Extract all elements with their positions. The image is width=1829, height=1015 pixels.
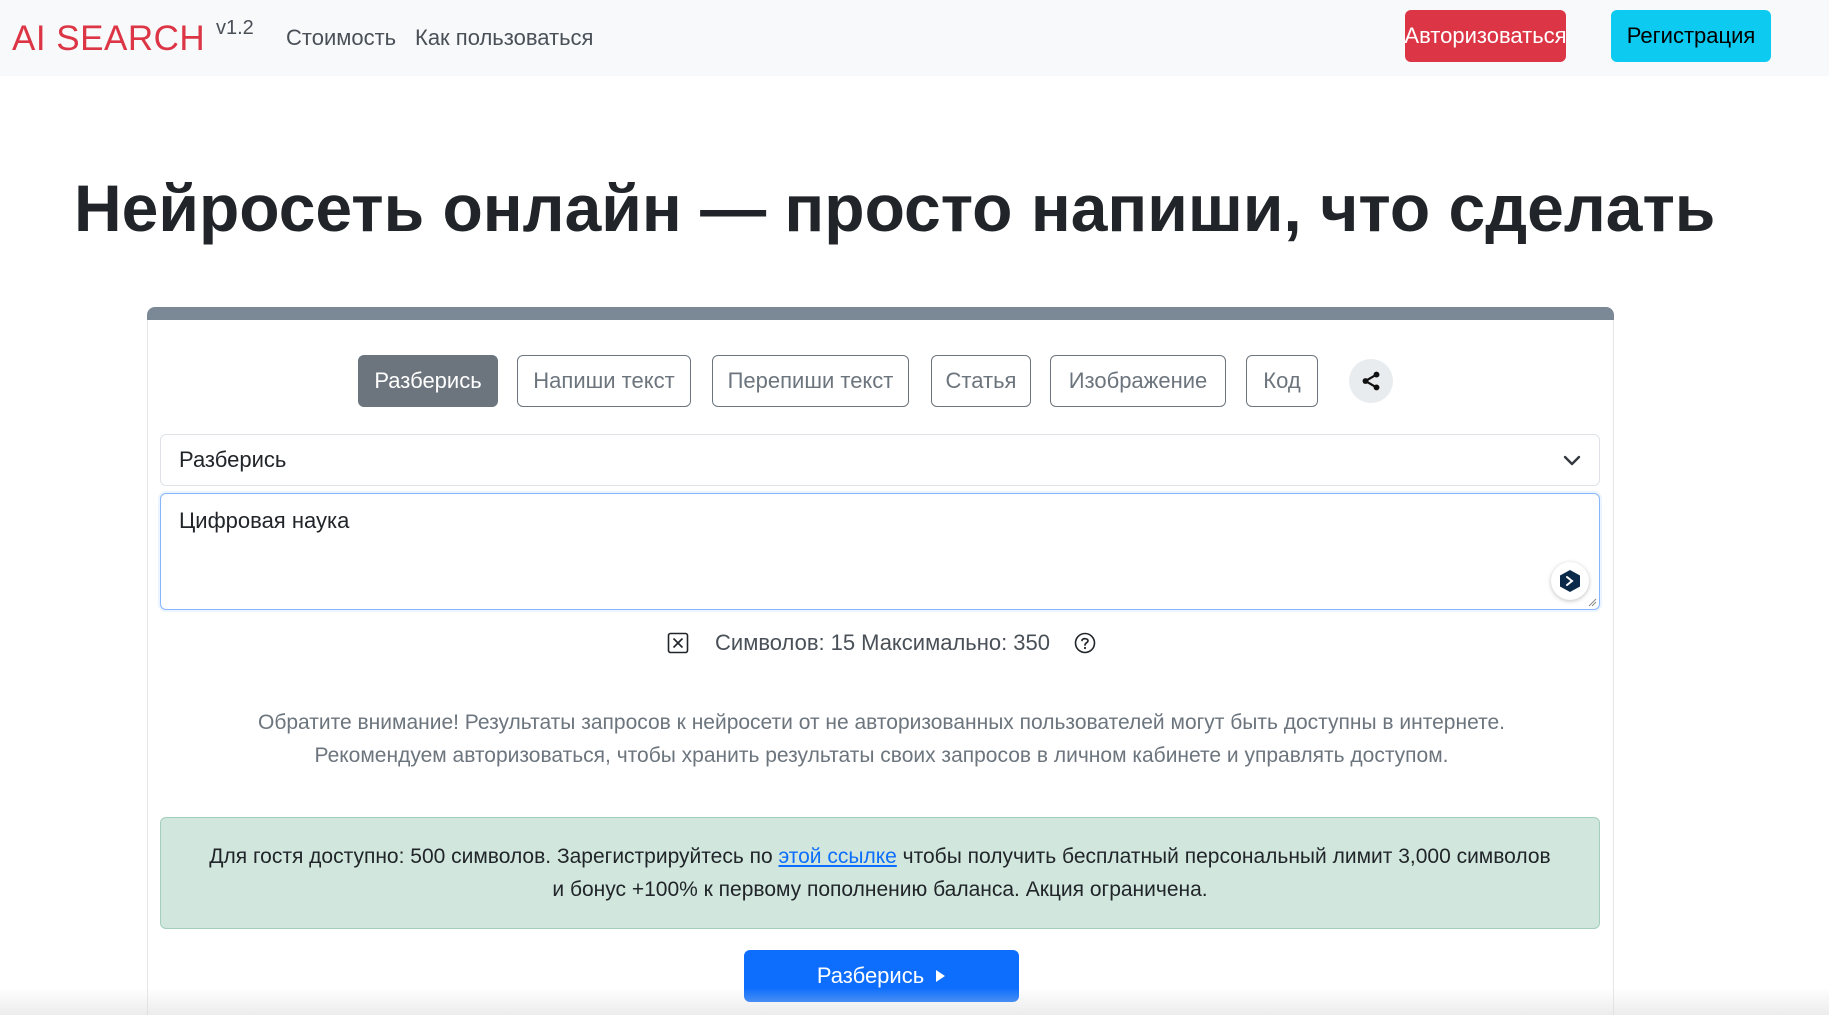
alert-line-2: и бонус +100% к первому пополнению балан… (552, 878, 1208, 901)
notice-line-1: Обратите внимание! Результаты запросов к… (258, 711, 1505, 734)
register-button[interactable]: Регистрация (1611, 10, 1771, 62)
tab-razberis[interactable]: Разберись (358, 355, 498, 407)
caret-right-icon (936, 970, 946, 982)
request-card: Разберись Напиши текст Перепиши текст Ст… (147, 307, 1614, 1015)
nav-link-how-to-use[interactable]: Как пользоваться (415, 25, 593, 51)
max-count: 350 (1013, 630, 1050, 655)
tab-rewrite-text[interactable]: Перепиши текст (712, 355, 909, 407)
assistant-widget-icon[interactable] (1551, 562, 1589, 600)
brand-logo[interactable]: AI SEARCH (12, 19, 205, 59)
tab-article[interactable]: Статья (931, 355, 1031, 407)
notice-line-2: Рекомендуем авторизоваться, чтобы хранит… (314, 744, 1449, 767)
max-label: Максимально: (861, 630, 1008, 655)
tab-image[interactable]: Изображение (1050, 355, 1226, 407)
mode-select[interactable]: Разберись (160, 434, 1600, 486)
prompt-textarea[interactable]: Цифровая наука (160, 493, 1600, 610)
mode-select-value: Разберись (179, 447, 287, 472)
symbols-count: 15 (830, 630, 856, 655)
resize-handle-icon[interactable] (1587, 597, 1597, 607)
char-counter: Символов: 15 Максимально: 350 (148, 630, 1615, 656)
prompt-value: Цифровая наука (179, 508, 350, 533)
nav-link-pricing[interactable]: Стоимость (286, 25, 396, 51)
page-bottom-fade (0, 988, 1829, 1015)
card-header-bar (147, 307, 1614, 320)
chevron-down-icon (1563, 455, 1581, 466)
alert-text-before: Для гостя доступно: 500 символов. Зареги… (209, 845, 779, 868)
guest-limit-alert: Для гостя доступно: 500 символов. Зареги… (160, 817, 1600, 929)
tab-write-text[interactable]: Напиши текст (517, 355, 691, 407)
alert-text-after: чтобы получить бесплатный персональный л… (896, 845, 1551, 868)
register-link[interactable]: этой ссылке (778, 845, 896, 868)
version-label: v1.2 (216, 17, 254, 39)
navbar: AI SEARCH v1.2 Стоимость Как пользоватьс… (0, 0, 1829, 76)
symbols-label: Символов: (715, 630, 825, 655)
tab-code[interactable]: Код (1246, 355, 1318, 407)
clear-icon[interactable] (667, 632, 689, 654)
help-icon[interactable] (1074, 632, 1096, 654)
submit-label: Разберись (816, 963, 925, 988)
page-title: Нейросеть онлайн — просто напиши, что сд… (74, 171, 1716, 245)
login-button[interactable]: Авторизоваться (1404, 10, 1567, 62)
privacy-notice: Обратите внимание! Результаты запросов к… (148, 706, 1615, 772)
share-icon[interactable] (1349, 359, 1393, 403)
